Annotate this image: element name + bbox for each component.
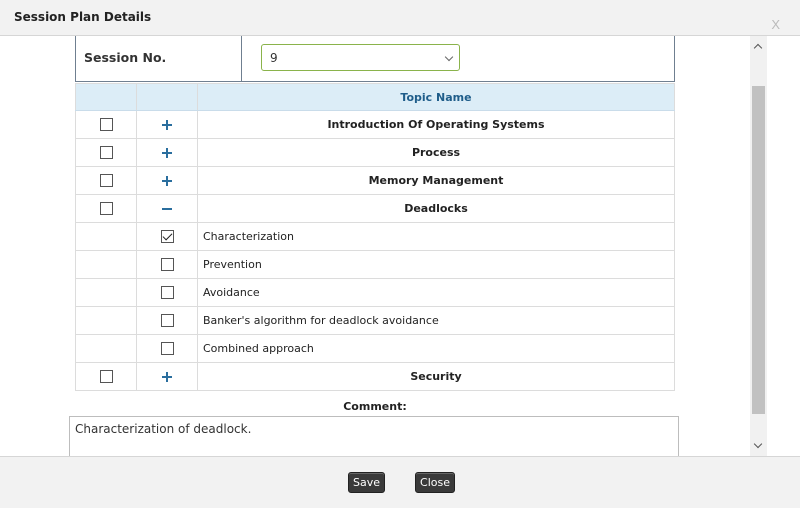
topic-checkbox[interactable] [99, 174, 113, 188]
subtopic-checkbox[interactable] [160, 258, 174, 272]
comment-textarea[interactable]: Characterization of deadlock. [69, 416, 679, 456]
expand-cell [136, 306, 198, 335]
expand-cell [136, 250, 198, 279]
select-cell [75, 222, 137, 251]
select-cell [75, 278, 137, 307]
topic-checkbox[interactable] [99, 118, 113, 132]
topics-table: Topic Name Introduction Of Operating Sys… [75, 83, 675, 391]
topic-label: Security [410, 370, 462, 383]
topic-label: Deadlocks [404, 202, 468, 215]
topic-row: Introduction Of Operating Systems [75, 110, 675, 139]
expand-cell [136, 138, 198, 167]
topic-name-cell: Avoidance [197, 278, 675, 307]
topic-name-cell: Introduction Of Operating Systems [197, 110, 675, 139]
expand-cell [136, 222, 198, 251]
topic-name-cell: Deadlocks [197, 194, 675, 223]
dialog-title: Session Plan Details [14, 10, 152, 24]
subtopic-label: Banker's algorithm for deadlock avoidanc… [203, 314, 439, 327]
scrollbar-thumb[interactable] [752, 86, 765, 414]
collapse-icon[interactable] [162, 204, 172, 214]
topic-name-cell: Banker's algorithm for deadlock avoidanc… [197, 306, 675, 335]
topic-label: Process [411, 146, 461, 159]
chevron-down-icon [444, 52, 454, 62]
select-cell [75, 334, 137, 363]
dialog-header: Session Plan Details X [0, 0, 800, 36]
expand-cell [136, 362, 198, 391]
topic-row: Deadlocks [75, 194, 675, 223]
subtopic-checkbox[interactable] [160, 314, 174, 328]
subtopic-checkbox[interactable] [160, 286, 174, 300]
select-cell [75, 138, 137, 167]
header-select-column [75, 83, 137, 111]
select-cell [75, 110, 137, 139]
subtopic-row: Combined approach [75, 334, 675, 363]
select-cell [75, 194, 137, 223]
header-expand-column [136, 83, 198, 111]
topic-row: Memory Management [75, 166, 675, 195]
dialog-footer: Save Close [0, 456, 800, 508]
subtopic-label: Characterization [203, 230, 294, 243]
expand-icon[interactable] [162, 372, 172, 382]
expand-icon[interactable] [162, 120, 172, 130]
vertical-scrollbar[interactable] [750, 36, 767, 456]
topic-name-cell: Combined approach [197, 334, 675, 363]
topic-name-cell: Prevention [197, 250, 675, 279]
expand-icon[interactable] [162, 176, 172, 186]
select-cell [75, 306, 137, 335]
topic-row: Security [75, 362, 675, 391]
subtopic-row: Characterization [75, 222, 675, 251]
topic-label: Introduction Of Operating Systems [327, 118, 545, 131]
save-button[interactable]: Save [348, 472, 385, 493]
expand-icon[interactable] [162, 148, 172, 158]
close-icon[interactable]: X [771, 17, 780, 32]
subtopic-label: Combined approach [203, 342, 314, 355]
session-select-value: 9 [270, 51, 278, 65]
session-label: Session No. [76, 36, 242, 81]
topic-name-cell: Process [197, 138, 675, 167]
close-button[interactable]: Close [415, 472, 455, 493]
session-select[interactable]: 9 [261, 44, 460, 71]
select-cell [75, 166, 137, 195]
topic-name-cell: Characterization [197, 222, 675, 251]
topic-checkbox[interactable] [99, 202, 113, 216]
expand-cell [136, 110, 198, 139]
dialog-content: Session No. 9 Topic Name Introduction Of… [0, 36, 750, 456]
session-row: Session No. 9 [75, 36, 675, 82]
expand-cell [136, 166, 198, 195]
subtopic-label: Prevention [203, 258, 262, 271]
topic-label: Memory Management [368, 174, 504, 187]
subtopic-row: Banker's algorithm for deadlock avoidanc… [75, 306, 675, 335]
topic-name-cell: Memory Management [197, 166, 675, 195]
table-header-row: Topic Name [75, 83, 675, 111]
topic-row: Process [75, 138, 675, 167]
topic-name-cell: Security [197, 362, 675, 391]
subtopic-label: Avoidance [203, 286, 260, 299]
scroll-up-icon[interactable] [753, 43, 763, 53]
select-cell [75, 362, 137, 391]
expand-cell [136, 278, 198, 307]
subtopic-row: Avoidance [75, 278, 675, 307]
subtopic-checkbox[interactable] [160, 230, 174, 244]
topic-checkbox[interactable] [99, 370, 113, 384]
scroll-down-icon[interactable] [753, 439, 763, 449]
expand-cell [136, 194, 198, 223]
subtopic-checkbox[interactable] [160, 342, 174, 356]
select-cell [75, 250, 137, 279]
header-topic-name: Topic Name [197, 83, 675, 111]
expand-cell [136, 334, 198, 363]
comment-label: Comment: [343, 400, 407, 413]
topic-checkbox[interactable] [99, 146, 113, 160]
subtopic-row: Prevention [75, 250, 675, 279]
topics-table-body: Introduction Of Operating Systems Process… [75, 110, 675, 391]
